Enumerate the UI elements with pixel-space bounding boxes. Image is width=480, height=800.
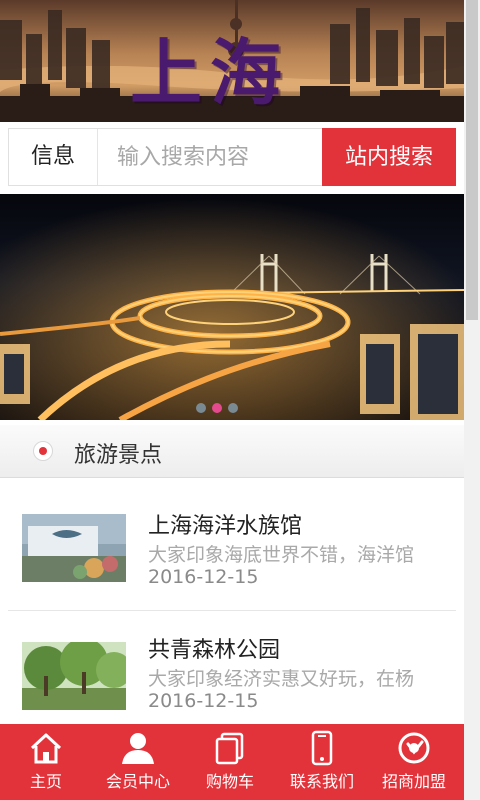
slider-pagination — [196, 398, 244, 413]
nav-contact[interactable]: 联系我们 — [276, 724, 368, 800]
home-icon — [30, 733, 62, 764]
page: 上海 信息 站内搜索 — [0, 0, 464, 800]
aquarium-thumbnail — [22, 514, 126, 582]
image-slider[interactable] — [0, 194, 464, 420]
section-header: 旅游景点 — [0, 425, 464, 478]
cart-icon — [215, 732, 244, 765]
item-title[interactable]: 共青森林公园 — [148, 632, 280, 664]
scrollbar-thumb[interactable] — [466, 0, 478, 320]
item-description: 大家印象海底世界不错，海洋馆 — [148, 544, 415, 566]
nav-franchise[interactable]: 招商加盟 — [368, 724, 460, 800]
forest-park-thumbnail — [22, 642, 126, 710]
nav-home[interactable]: 主页 — [0, 724, 92, 800]
night-bridge-image — [0, 194, 464, 420]
nav-label: 招商加盟 — [381, 772, 446, 791]
nav-label: 会员中心 — [105, 772, 170, 791]
item-date: 2016-12-15 — [148, 566, 259, 588]
nav-label: 购物车 — [205, 772, 254, 791]
nav-label: 主页 — [29, 772, 62, 791]
item-description: 大家印象经济实惠又好玩，在杨 — [148, 668, 415, 690]
section-title: 旅游景点 — [74, 443, 163, 468]
search-button[interactable]: 站内搜索 — [322, 128, 456, 186]
nav-label: 联系我们 — [289, 772, 354, 791]
divider — [8, 610, 456, 611]
user-icon — [122, 733, 154, 764]
nav-cart[interactable]: 购物车 — [184, 724, 276, 800]
item-title[interactable]: 上海海洋水族馆 — [148, 508, 302, 540]
search-input[interactable] — [105, 137, 339, 177]
list-item[interactable]: 共青森林公园 大家印象经济实惠又好玩，在杨 2016-12-15 — [8, 612, 456, 736]
page-title: 上海 — [130, 30, 291, 115]
slider-dot[interactable] — [228, 403, 238, 413]
bullet-icon — [33, 441, 53, 461]
handshake-icon — [398, 732, 430, 764]
search-bar: 信息 站内搜索 — [8, 128, 456, 186]
phone-icon — [311, 730, 333, 766]
header-banner: 上海 — [0, 0, 464, 122]
nav-member[interactable]: 会员中心 — [92, 724, 184, 800]
item-date: 2016-12-15 — [148, 690, 259, 712]
slider-dot[interactable] — [196, 403, 206, 413]
search-category-select[interactable]: 信息 — [9, 129, 98, 185]
list-item[interactable]: 上海海洋水族馆 大家印象海底世界不错，海洋馆 2016-12-15 — [8, 486, 456, 610]
bottom-nav: 主页 会员中心 购物车 联系我们 招商加盟 — [0, 724, 464, 800]
slider-dot-active[interactable] — [212, 403, 222, 413]
